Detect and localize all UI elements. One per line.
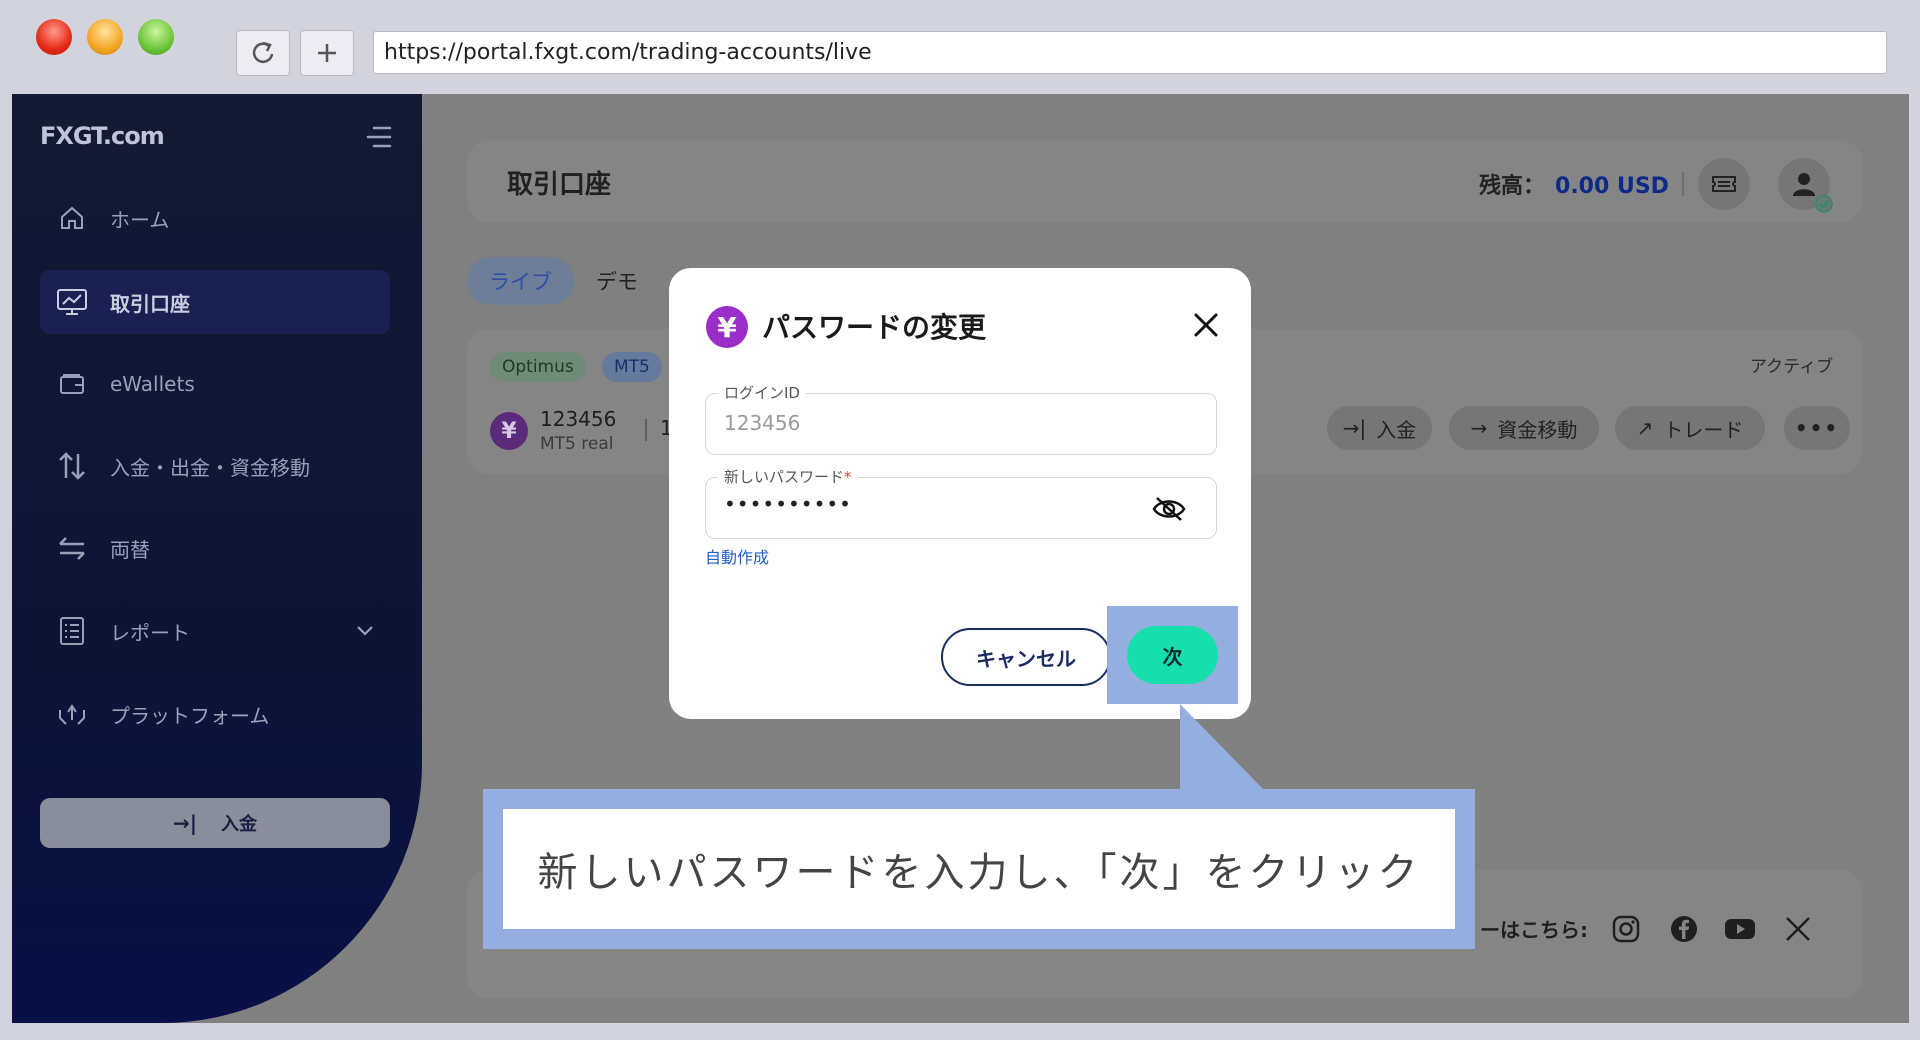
up-down-arrows-icon — [54, 448, 90, 484]
account-trade-button[interactable]: ↗ トレード — [1615, 406, 1765, 450]
sidebar-item-platforms[interactable]: プラットフォーム — [40, 682, 390, 746]
x-twitter-icon[interactable] — [1782, 913, 1814, 945]
address-bar[interactable]: https://portal.fxgt.com/trading-accounts… — [373, 31, 1887, 74]
home-icon — [54, 200, 90, 236]
account-tabs: ライブ デモ — [467, 257, 660, 305]
transfer-arrow-icon: → — [1470, 416, 1488, 440]
reload-button[interactable] — [236, 30, 290, 76]
login-id-field[interactable]: ログインID 123456 — [705, 382, 1217, 455]
reload-icon — [252, 41, 274, 63]
cancel-button[interactable]: キャンセル — [941, 628, 1111, 686]
report-list-icon — [54, 613, 90, 649]
tab-live[interactable]: ライブ — [467, 257, 574, 305]
youtube-icon[interactable] — [1724, 913, 1756, 945]
new-password-label: 新しいパスワード* — [718, 466, 858, 487]
deposit-arrow-icon: →| — [172, 811, 198, 835]
sidebar-item-trading-accounts[interactable]: 取引口座 — [40, 270, 390, 334]
sidebar-item-transfers[interactable]: 入金・出金・資金移動 — [40, 434, 390, 498]
more-dots-icon: ••• — [1794, 416, 1840, 440]
header-divider — [1682, 172, 1684, 196]
trend-up-icon: ↗ — [1636, 416, 1654, 440]
eye-slash-icon[interactable] — [1152, 492, 1186, 526]
pill-label: 入金 — [1376, 417, 1417, 442]
instruction-callout: 新しいパスワードを入力し、「次」をクリック — [483, 789, 1475, 949]
platform-hands-icon — [54, 696, 90, 732]
ticket-icon — [1712, 176, 1736, 192]
wallet-icon — [54, 366, 90, 402]
close-icon[interactable] — [1189, 308, 1223, 342]
new-password-label-text: 新しいパスワード — [724, 468, 845, 486]
plus-icon — [318, 44, 336, 62]
sidebar-item-ewallets[interactable]: eWallets — [40, 352, 390, 416]
yen-account-icon: ¥ — [490, 412, 528, 450]
sidebar-deposit-button[interactable]: →| 入金 — [40, 798, 390, 848]
sidebar-item-label: eWallets — [110, 372, 195, 396]
deposit-label: 入金 — [221, 814, 258, 835]
sidebar-item-label: 入金・出金・資金移動 — [110, 455, 310, 480]
verified-check-icon — [1815, 195, 1833, 213]
next-button[interactable]: 次 — [1127, 626, 1218, 684]
callout-pointer — [1180, 704, 1264, 790]
account-deposit-button[interactable]: →| 入金 — [1327, 406, 1432, 450]
new-tab-button[interactable] — [300, 30, 354, 76]
auto-generate-link[interactable]: 自動作成 — [705, 544, 769, 568]
sidebar-item-label: ホーム — [110, 207, 170, 232]
sidebar-item-label: プラットフォーム — [110, 703, 270, 728]
chevron-down-icon[interactable] — [354, 619, 376, 646]
sidebar-item-label: 取引口座 — [110, 291, 190, 316]
dialog-title: パスワードの変更 — [762, 311, 987, 344]
minimize-window-button[interactable] — [87, 19, 123, 55]
account-number: 123456 — [540, 407, 617, 431]
browser-chrome: https://portal.fxgt.com/trading-accounts… — [0, 0, 1920, 94]
instagram-icon[interactable] — [1610, 913, 1642, 945]
close-window-button[interactable] — [36, 19, 72, 55]
pill-label: 資金移動 — [1497, 417, 1578, 442]
maximize-window-button[interactable] — [138, 19, 174, 55]
new-password-field[interactable]: 新しいパスワード* •••••••••• — [705, 466, 1217, 539]
account-transfer-button[interactable]: → 資金移動 — [1449, 406, 1599, 450]
deposit-arrow-icon: →| — [1342, 416, 1367, 440]
yen-logo-icon: ¥ — [706, 306, 748, 348]
balance-display: 残高： 0.00 USD — [1479, 168, 1669, 200]
new-password-value: •••••••••• — [724, 492, 852, 516]
required-marker: * — [844, 468, 852, 486]
facebook-icon[interactable] — [1668, 913, 1700, 945]
sidebar-item-label: レポート — [110, 620, 190, 645]
balance-label: 残高： — [1479, 174, 1546, 199]
pill-label: トレード — [1663, 417, 1744, 442]
account-type: MT5 real — [540, 434, 614, 454]
badge-optimus: Optimus — [490, 352, 586, 382]
brand-logo[interactable]: FXGT.com — [40, 122, 165, 150]
sidebar-item-home[interactable]: ホーム — [40, 186, 390, 250]
balance-value: 0.00 USD — [1555, 174, 1669, 199]
exchange-arrows-icon — [54, 530, 90, 566]
sidebar-item-exchange[interactable]: 両替 — [40, 516, 390, 580]
status-badge: アクティブ — [1750, 357, 1834, 377]
login-id-value: 123456 — [724, 411, 801, 435]
login-id-label: ログインID — [718, 382, 806, 403]
tab-demo[interactable]: デモ — [574, 257, 660, 305]
chart-monitor-icon — [54, 284, 90, 320]
sidebar-item-reports[interactable]: レポート — [40, 599, 390, 663]
sidebar-item-label: 両替 — [110, 537, 150, 562]
ticket-button[interactable] — [1698, 158, 1750, 210]
url-text: https://portal.fxgt.com/trading-accounts… — [384, 40, 872, 65]
more-options-button[interactable]: ••• — [1784, 406, 1850, 450]
badge-mt5: MT5 — [602, 352, 662, 382]
page-title: 取引口座 — [507, 170, 612, 200]
social-caption: ーはこちら: — [1480, 918, 1588, 942]
instruction-text: 新しいパスワードを入力し、「次」をクリック — [503, 809, 1455, 929]
menu-collapse-icon[interactable] — [364, 122, 394, 152]
sidebar: FXGT.com ホーム 取引口座 eWallets 入金・出金・資金移動 両替… — [12, 94, 422, 1023]
account-divider — [645, 419, 647, 441]
